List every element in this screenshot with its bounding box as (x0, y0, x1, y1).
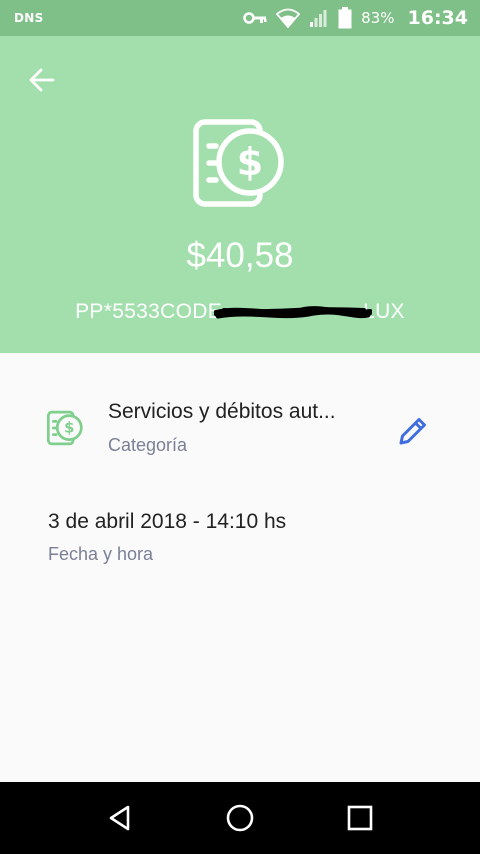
edit-category-button[interactable] (392, 410, 434, 452)
battery-icon (338, 7, 352, 29)
carrier-label: DNS (14, 11, 44, 25)
arrow-left-icon (29, 68, 55, 92)
signal-icon (309, 8, 329, 28)
transaction-header: $ $40,58 PP*5533CODE LUX (0, 36, 480, 353)
pencil-icon (399, 418, 426, 445)
nav-recents-button[interactable] (330, 788, 390, 848)
clock: 16:34 (407, 7, 468, 29)
category-label: Categoría (108, 435, 188, 455)
datetime-value: 3 de abril 2018 - 14:10 hs (48, 510, 287, 533)
datetime-row: 3 de abril 2018 - 14:10 hs Fecha y hora (48, 510, 286, 565)
navigation-bar (0, 782, 480, 854)
receipt-dollar-icon: $ (46, 410, 83, 446)
recents-square-icon (347, 805, 373, 831)
battery-percent: 83% (361, 9, 395, 27)
back-button[interactable] (20, 58, 64, 102)
category-name: Servicios y débitos aut... (108, 400, 336, 423)
receipt-dollar-icon: $ (193, 119, 284, 207)
redaction-scribble (214, 306, 372, 319)
status-bar: DNS 83% 16:34 (0, 0, 480, 36)
vpn-key-icon (243, 11, 267, 25)
home-circle-icon (226, 804, 254, 832)
transaction-amount: $40,58 (186, 236, 294, 275)
svg-text:$: $ (237, 140, 263, 184)
svg-text:$: $ (64, 420, 74, 437)
nav-back-button[interactable] (90, 788, 150, 848)
status-icons: 83% 16:34 (243, 7, 468, 29)
datetime-label: Fecha y hora (48, 544, 154, 564)
nav-home-button[interactable] (210, 788, 270, 848)
category-row[interactable]: $ Servicios y débitos aut... Categoría (0, 390, 480, 470)
back-triangle-icon (109, 805, 130, 831)
wifi-icon (276, 8, 301, 28)
